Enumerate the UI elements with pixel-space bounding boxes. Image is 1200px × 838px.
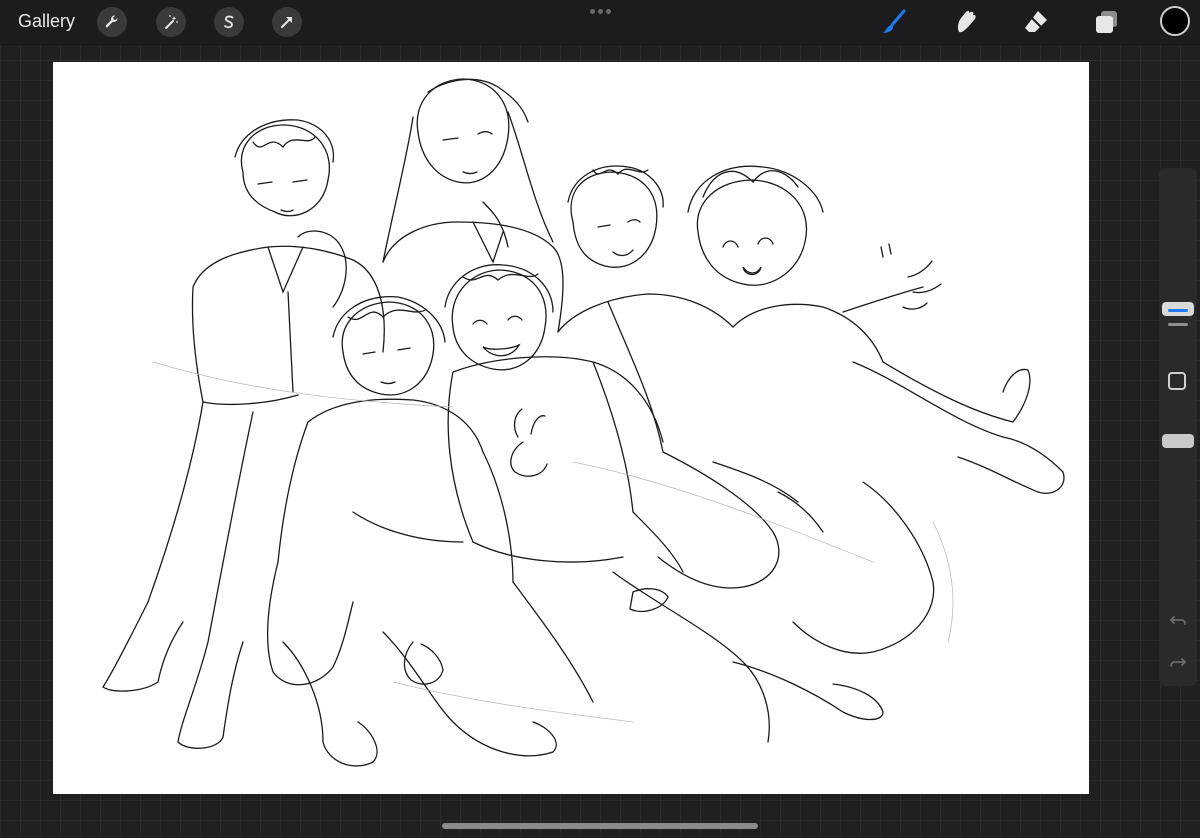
redo-icon[interactable]: [1168, 653, 1188, 673]
layers-button[interactable]: [1090, 6, 1122, 38]
adjustments-button[interactable]: [156, 7, 186, 37]
layers-icon: [1096, 11, 1117, 33]
color-picker-button[interactable]: [1160, 6, 1190, 36]
magic-wand-icon: [165, 15, 178, 29]
selection-s-icon: [224, 15, 234, 29]
dot: [598, 9, 603, 14]
eraser-icon: [1025, 11, 1047, 32]
smudge-tool-button[interactable]: [949, 6, 981, 38]
brush-size-active-indicator: [1168, 309, 1188, 312]
selection-button[interactable]: [214, 7, 244, 37]
opacity-slider[interactable]: [1162, 434, 1194, 448]
dot: [606, 9, 611, 14]
brush-tool-button[interactable]: [878, 6, 910, 38]
home-indicator[interactable]: [442, 823, 758, 829]
modify-button[interactable]: [1168, 372, 1186, 390]
arrow-cursor-icon: [281, 17, 292, 28]
transform-button[interactable]: [272, 7, 302, 37]
brush-sidebar: [1159, 168, 1197, 686]
drawing-canvas[interactable]: [53, 62, 1089, 794]
undo-icon[interactable]: [1168, 611, 1188, 631]
gallery-button[interactable]: Gallery: [18, 11, 75, 32]
sketch-artwork: [102, 78, 1065, 767]
more-options-handle[interactable]: [590, 9, 611, 14]
brush-size-secondary-indicator: [1168, 323, 1188, 326]
top-toolbar: Gallery: [0, 0, 1200, 45]
brush-icon: [883, 9, 906, 33]
eraser-tool-button[interactable]: [1020, 6, 1052, 38]
actions-button[interactable]: [97, 7, 127, 37]
dot: [590, 9, 595, 14]
wrench-icon: [105, 15, 118, 28]
smudge-icon: [957, 10, 976, 33]
